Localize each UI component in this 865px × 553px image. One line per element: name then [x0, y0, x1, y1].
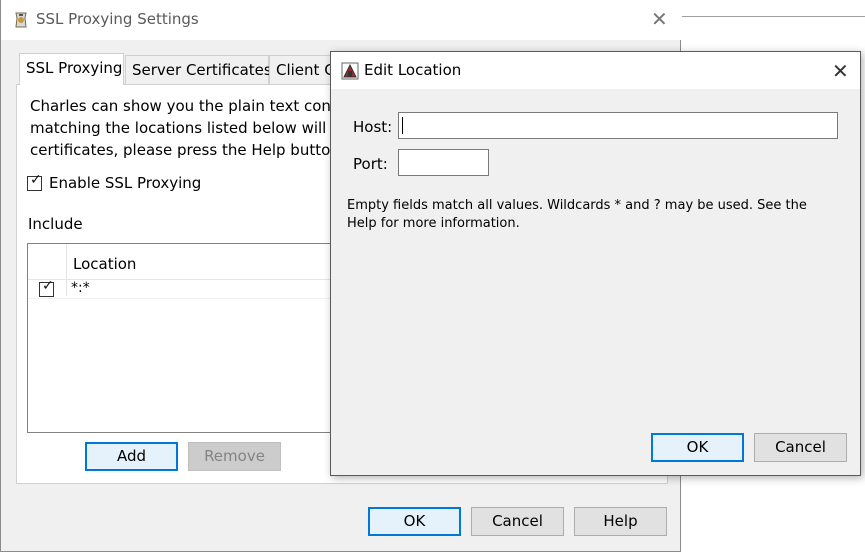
description-text: Charles can show you the plain text cont… — [30, 95, 330, 161]
description-line: certificates, please press the Help butt… — [30, 141, 330, 159]
add-button[interactable]: Add — [85, 442, 178, 471]
enable-ssl-checkbox[interactable]: ✓ — [27, 172, 42, 191]
dialog-cancel-button[interactable]: Cancel — [754, 433, 847, 462]
tab-client-certificates[interactable]: Client C — [269, 55, 339, 85]
description-line: matching the locations listed below will… — [30, 119, 330, 137]
checkmark-icon: ✓ — [30, 172, 42, 188]
host-label: Host: — [353, 118, 393, 136]
help-button[interactable]: Help — [574, 507, 667, 536]
close-icon[interactable]: ✕ — [832, 61, 849, 81]
row-checkbox[interactable]: ✓ — [39, 278, 54, 297]
description-line: Charles can show you the plain text cont… — [30, 97, 330, 115]
dialog-ok-button[interactable]: OK — [651, 433, 744, 462]
port-input[interactable] — [398, 149, 489, 176]
close-icon[interactable]: ✕ — [651, 9, 668, 29]
ok-button[interactable]: OK — [368, 507, 461, 536]
checkmark-icon: ✓ — [42, 278, 54, 294]
location-column-header[interactable]: Location — [73, 255, 136, 273]
dialog-titlebar: Edit Location ✕ — [331, 52, 860, 89]
enable-ssl-label[interactable]: Enable SSL Proxying — [49, 174, 201, 192]
port-label: Port: — [353, 155, 388, 173]
remove-button[interactable]: Remove — [188, 442, 281, 471]
tab-label: Server Certificates — [132, 61, 272, 79]
edit-location-dialog: Edit Location ✕ Host: Port: Empty fields… — [330, 51, 861, 476]
charles-app-icon — [13, 11, 29, 29]
cancel-button[interactable]: Cancel — [471, 507, 564, 536]
main-window-title: SSL Proxying Settings — [36, 10, 199, 28]
desktop-line — [681, 16, 865, 17]
edit-location-icon — [341, 62, 359, 80]
main-titlebar: SSL Proxying Settings ✕ — [1, 0, 682, 40]
text-caret — [402, 117, 403, 134]
host-input[interactable] — [398, 112, 838, 139]
table-row[interactable]: ✓ *:* — [28, 278, 336, 299]
tab-ssl-proxying[interactable]: SSL Proxying — [19, 53, 124, 85]
dialog-title: Edit Location — [364, 61, 462, 79]
tab-label: Client C — [276, 61, 335, 79]
include-label: Include — [28, 215, 83, 233]
dialog-help-text: Empty fields match all values. Wildcards… — [347, 198, 807, 231]
tab-server-certificates[interactable]: Server Certificates — [125, 55, 272, 85]
row-location: *:* — [71, 280, 90, 296]
location-list[interactable]: Location ✓ *:* — [27, 243, 338, 433]
tab-label: SSL Proxying — [26, 59, 123, 77]
